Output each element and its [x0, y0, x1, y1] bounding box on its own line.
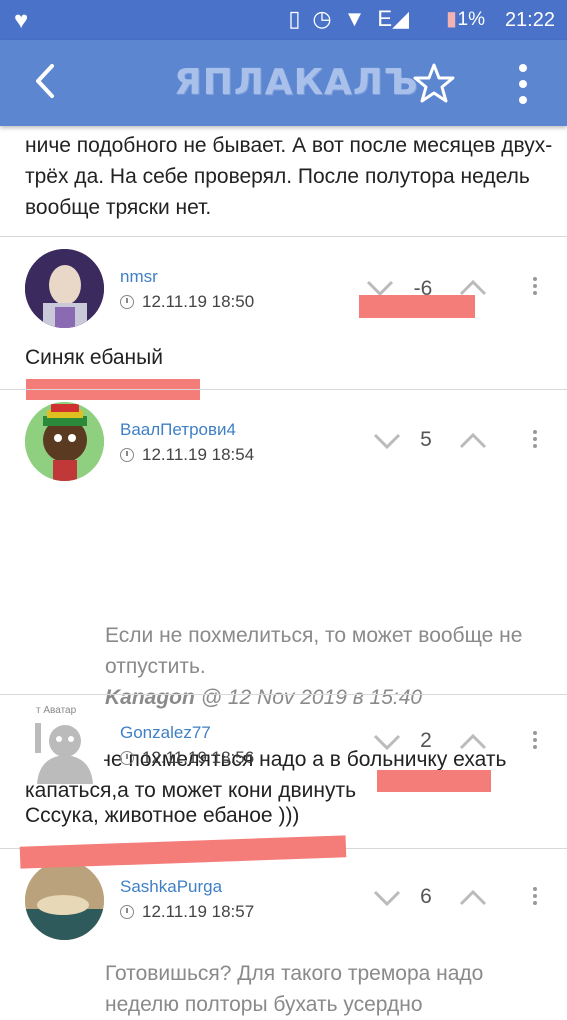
username[interactable]: Gonzalez77 [120, 723, 211, 743]
avatar[interactable] [25, 705, 104, 784]
comment-item: nmsr 12.11.19 18:50 -6 Синяк ебаный [0, 237, 567, 400]
redaction-mark [377, 770, 491, 792]
comment-menu-icon[interactable] [531, 728, 539, 756]
comment-menu-icon[interactable] [531, 427, 539, 455]
status-bar: ♥ ▯ ◷ ▼ E◢ ▮ 1% 21:22 [0, 0, 567, 40]
vote-down-icon[interactable] [372, 887, 402, 909]
comment-text: Сссука, животное ебаное ))) [25, 804, 300, 827]
comment-rating: 2 [420, 729, 432, 752]
vibrate-icon: ▯ [288, 6, 301, 31]
timestamp: 12.11.19 18:54 [142, 445, 255, 464]
star-icon[interactable] [413, 62, 455, 104]
alarm-icon: ◷ [312, 6, 332, 31]
clock-icon [120, 751, 134, 765]
comment-rating: 6 [420, 885, 432, 908]
timestamp: 12.11.19 18:57 [142, 902, 255, 921]
timestamp: 12.11.19 18:56 [142, 748, 255, 767]
comment-menu-icon[interactable] [531, 884, 539, 912]
battery-percent: 1% [457, 9, 485, 30]
vote-up-icon[interactable] [458, 731, 488, 753]
avatar[interactable] [25, 249, 104, 328]
avatar[interactable] [25, 861, 104, 940]
back-arrow-icon[interactable] [26, 58, 66, 104]
comment-meta: 12.11.19 18:50 [120, 292, 254, 312]
comment-meta: 12.11.19 18:57 [120, 902, 254, 922]
username[interactable]: SashkaPurga [120, 877, 222, 897]
quote-body: Готовишься? Для такого тремора надо неде… [105, 962, 484, 1016]
comment-meta: 12.11.19 18:56 [120, 748, 254, 768]
site-logo[interactable]: ЯПЛАКАЛЪ [174, 62, 419, 103]
quote-body: Если не похмелиться, то может вообще не … [105, 624, 523, 678]
vote-up-icon[interactable] [458, 887, 488, 909]
comment-menu-icon[interactable] [531, 274, 539, 302]
comment-rating: 5 [420, 428, 432, 451]
quote-block: Готовишься? Для такого тремора надо неде… [105, 958, 545, 1020]
timestamp: 12.11.19 18:50 [142, 292, 255, 311]
avatar[interactable] [25, 402, 104, 481]
vote-down-icon[interactable] [372, 731, 402, 753]
username[interactable]: nmsr [120, 267, 158, 287]
comment-meta: 12.11.19 18:54 [120, 445, 254, 465]
vote-down-icon[interactable] [372, 430, 402, 452]
heart-icon: ♥ [14, 7, 29, 34]
status-icons: ▯ ◷ ▼ E◢ [288, 6, 409, 32]
clock-time: 21:22 [504, 9, 555, 31]
clock-icon [120, 295, 134, 309]
previous-comment-text: ниче подобного не бывает. А вот после ме… [25, 134, 553, 219]
username[interactable]: ВаалПетрови4 [120, 420, 236, 440]
comment-item: т Аватар Gonzalez77 12.11.19 18:56 2 Ссс… [0, 695, 567, 847]
comment-text: Синяк ебаный [25, 346, 163, 369]
battery-icon: ▮ [445, 8, 457, 30]
comment-item: ВаалПетрови4 12.11.19 18:54 5 Если не по… [0, 390, 567, 802]
avatar-caption: т Аватар [36, 705, 77, 716]
vote-up-icon[interactable] [458, 430, 488, 452]
app-bar: ЯПЛАКАЛЪ [0, 40, 567, 126]
comment-item: SashkaPurga 12.11.19 18:57 6 Готовишься?… [0, 835, 567, 1016]
redaction-mark [359, 295, 475, 318]
clock-icon [120, 448, 134, 462]
overflow-menu-icon[interactable] [510, 62, 536, 106]
wifi-icon: ▼ [343, 6, 366, 31]
signal-e-icon: E◢ [377, 6, 409, 31]
clock-icon [120, 905, 134, 919]
